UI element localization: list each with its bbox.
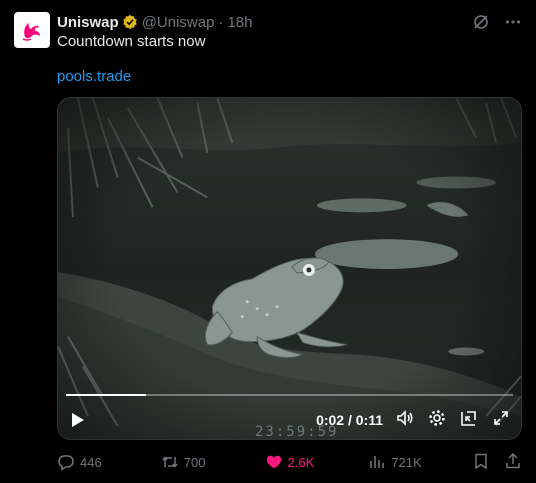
post-time[interactable]: 18h — [227, 14, 252, 31]
play-icon[interactable] — [68, 410, 88, 430]
author-handle[interactable]: @Uniswap — [142, 14, 215, 31]
more-icon[interactable] — [504, 13, 522, 31]
like-icon — [266, 455, 281, 469]
tweet-actions: 446 700 2.6K 721K — [57, 452, 522, 472]
repost-count: 700 — [183, 454, 206, 470]
like-count: 2.6K — [287, 454, 315, 470]
tweet-header: Uniswap @Uniswap · 18h — [57, 12, 522, 32]
repost-button[interactable]: 700 — [161, 453, 265, 471]
views-count: 721K — [391, 454, 422, 470]
bookmark-icon[interactable] — [472, 452, 490, 473]
separator: · — [218, 13, 224, 31]
grok-icon[interactable] — [472, 13, 490, 31]
pip-icon[interactable] — [459, 408, 479, 433]
settings-icon[interactable] — [427, 408, 447, 433]
tweet-link[interactable]: pools.trade — [57, 67, 131, 87]
uniswap-logo-icon — [22, 23, 40, 41]
author-name[interactable]: Uniswap — [57, 14, 119, 31]
video-progress-fill — [66, 394, 147, 396]
share-icon[interactable] — [504, 452, 522, 473]
volume-icon[interactable] — [395, 408, 415, 433]
like-button[interactable]: 2.6K — [265, 453, 369, 471]
avatar[interactable] — [14, 12, 50, 48]
views-button[interactable]: 721K — [368, 453, 472, 471]
video-timecode: 0:02 / 0:11 — [316, 412, 383, 428]
video-frame — [58, 98, 521, 439]
reply-button[interactable]: 446 — [57, 453, 161, 471]
video-controls: 0:02 / 0:11 — [58, 404, 521, 436]
repost-icon — [162, 456, 178, 468]
views-icon — [370, 456, 385, 468]
fullscreen-icon[interactable] — [491, 408, 511, 433]
verified-badge-icon — [122, 14, 138, 30]
reply-count: 446 — [80, 454, 102, 470]
video-progress-bar[interactable] — [66, 394, 513, 396]
reply-icon — [58, 455, 74, 471]
video-player[interactable]: 23:59:59 0:02 / 0:11 — [57, 97, 522, 440]
tweet-text: Countdown starts now — [57, 33, 206, 50]
